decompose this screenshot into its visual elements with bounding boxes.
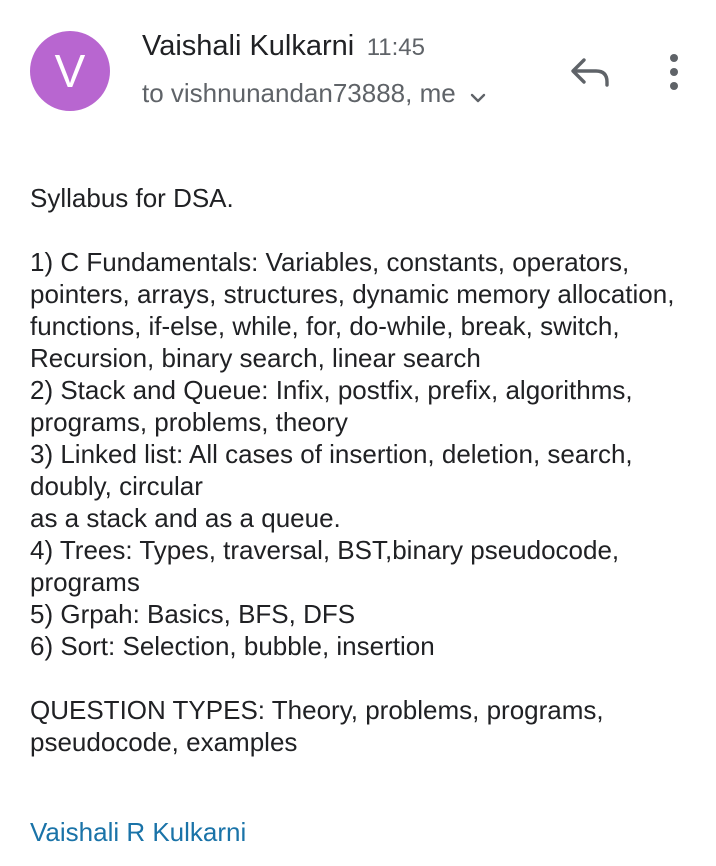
email-intro: Syllabus for DSA. (30, 183, 234, 213)
timestamp: 11:45 (366, 34, 425, 61)
sender-avatar[interactable]: V (30, 31, 110, 111)
syllabus-list: 1) C Fundamentals: Variables, constants,… (30, 247, 675, 661)
sender-name[interactable]: Vaishali Kulkarni (142, 30, 354, 62)
chevron-down-icon[interactable] (468, 84, 488, 104)
recipients-text: to vishnunandan73888, me (142, 78, 456, 108)
reply-icon (571, 58, 609, 87)
email-body: Syllabus for DSA. 1) C Fundamentals: Var… (30, 182, 690, 758)
question-types: QUESTION TYPES: Theory, problems, progra… (30, 695, 604, 757)
more-vert-icon (670, 54, 678, 90)
reply-button[interactable] (566, 52, 614, 92)
signature-link[interactable]: Vaishali R Kulkarni (30, 816, 246, 848)
recipient-details-toggle[interactable]: to vishnunandan73888, me (142, 78, 488, 109)
sender-line: Vaishali Kulkarni 11:45 (142, 30, 425, 63)
more-options-button[interactable] (658, 50, 690, 94)
